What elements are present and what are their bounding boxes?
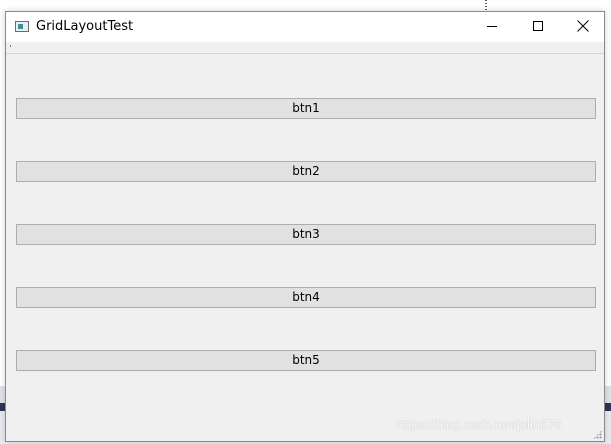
- size-grip[interactable]: [593, 430, 602, 439]
- minimize-icon: [487, 26, 497, 27]
- maximize-button[interactable]: [515, 12, 561, 42]
- close-button[interactable]: [560, 12, 606, 42]
- btn1-button[interactable]: btn1: [16, 98, 596, 119]
- close-icon: [577, 20, 589, 32]
- btn3-button[interactable]: btn3: [16, 224, 596, 245]
- btn2-button[interactable]: btn2: [16, 161, 596, 182]
- app-window-icon: [15, 21, 29, 32]
- btn4-button[interactable]: btn4: [16, 287, 596, 308]
- minimize-button[interactable]: [469, 12, 515, 42]
- resize-dots: [485, 0, 487, 10]
- window-title: GridLayoutTest: [36, 19, 134, 34]
- btn5-button[interactable]: btn5: [16, 350, 596, 371]
- menu-bar: [6, 42, 604, 54]
- maximize-icon: [533, 21, 543, 31]
- title-bar[interactable]: GridLayoutTest: [6, 12, 604, 42]
- watermark-text: https://blog.csdn.net/jolin678: [397, 417, 562, 432]
- main-window: GridLayoutTest btn1 btn2 btn3 btn4 btn5: [5, 11, 605, 442]
